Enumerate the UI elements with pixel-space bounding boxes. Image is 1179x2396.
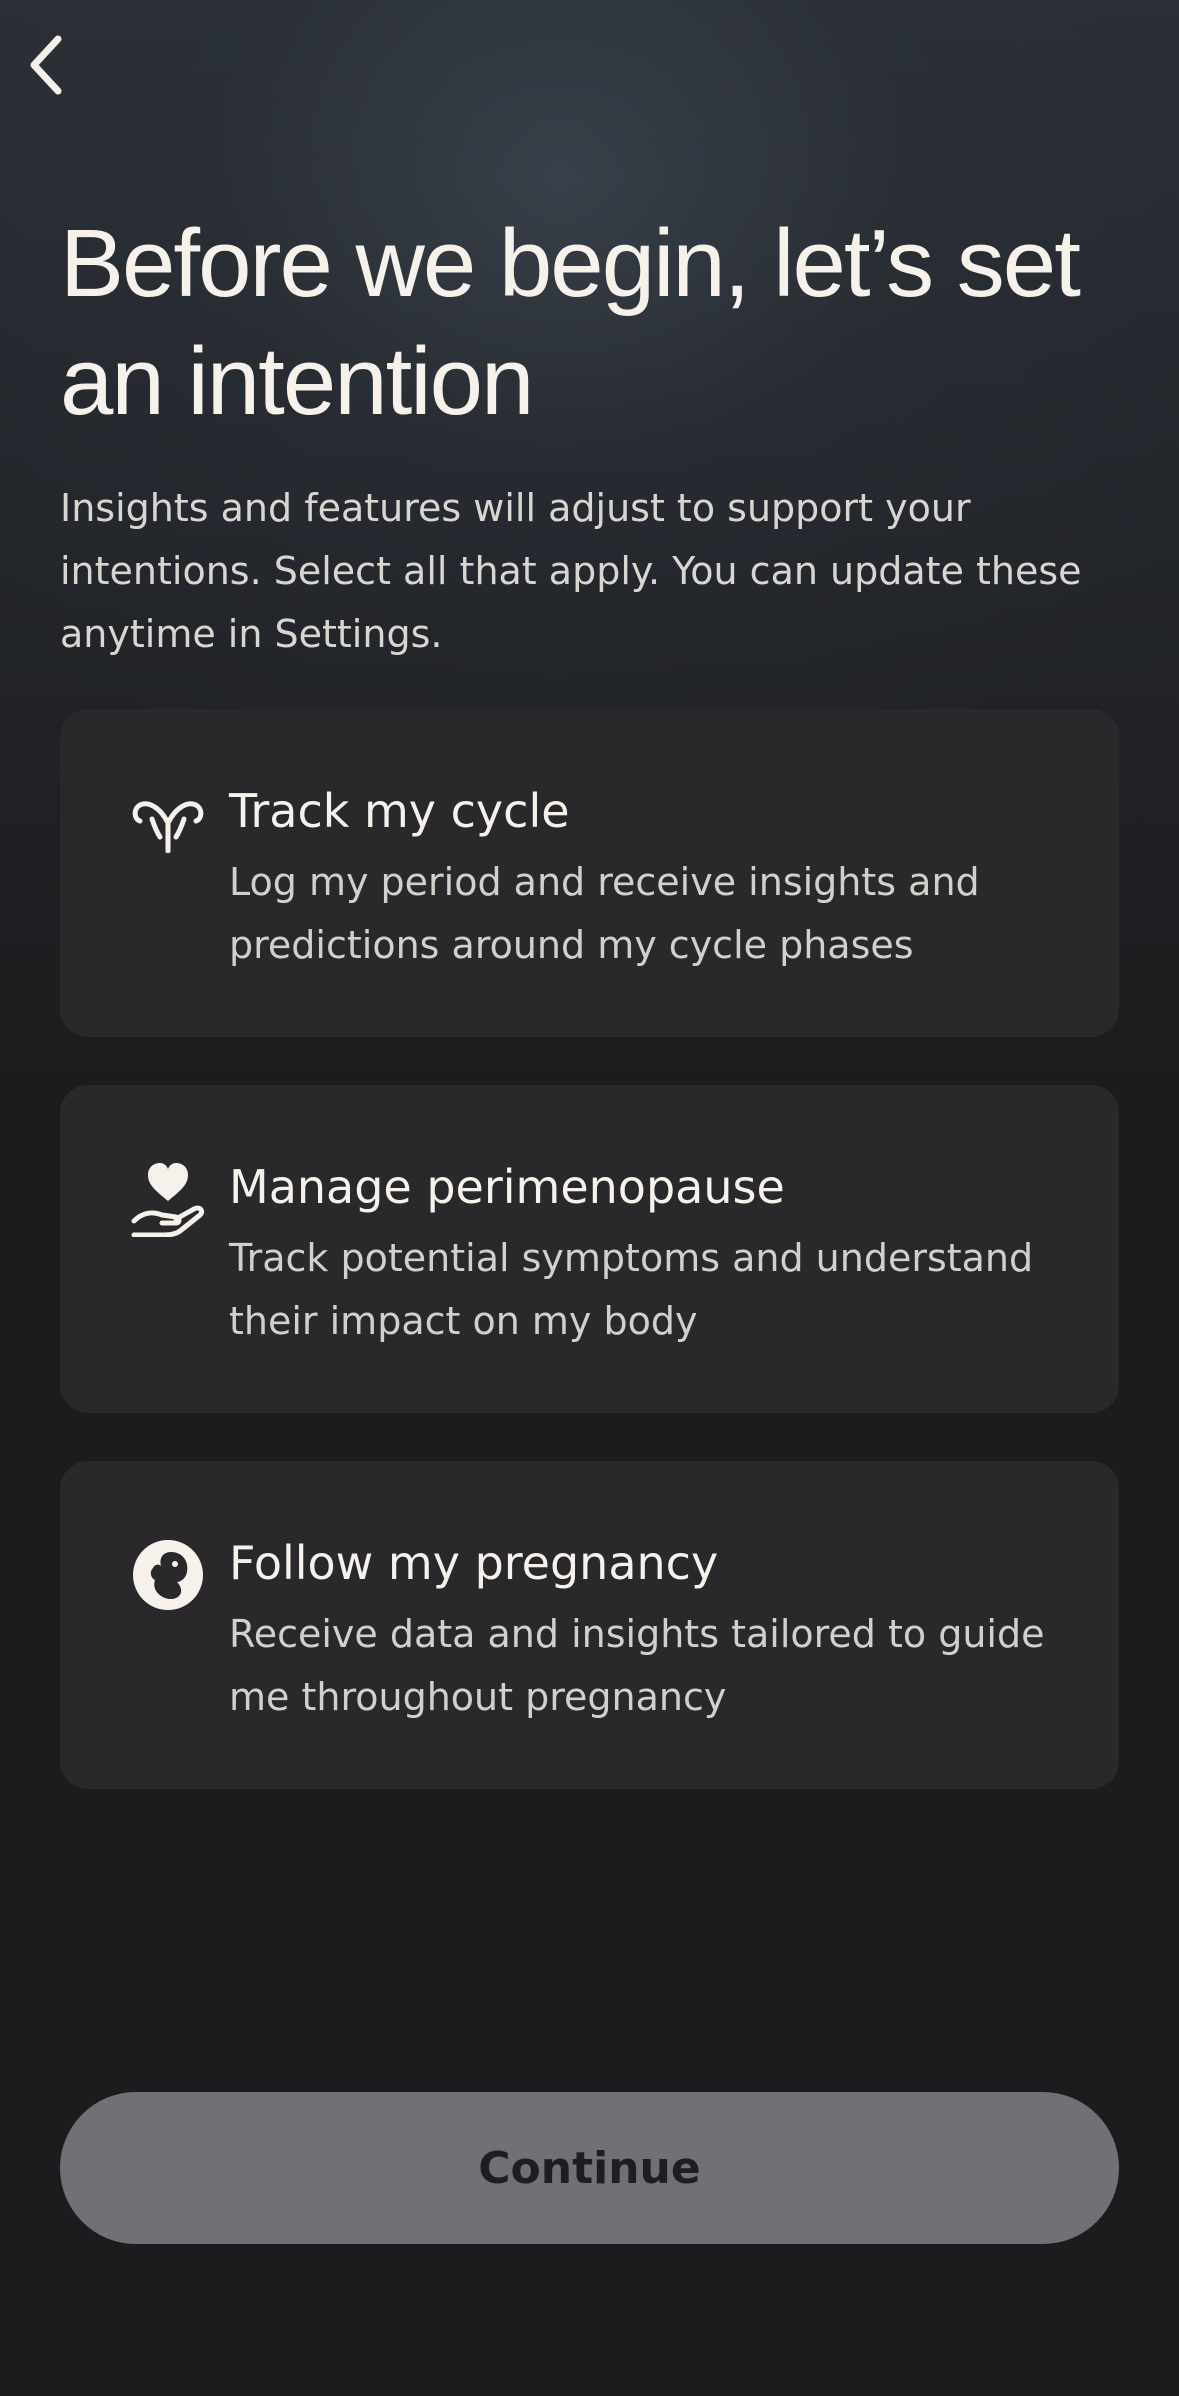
continue-button[interactable]: Continue bbox=[60, 2092, 1119, 2244]
chevron-left-icon bbox=[30, 35, 62, 95]
option-title: Follow my pregnancy bbox=[229, 1536, 719, 1590]
option-card-perimenopause[interactable]: Manage perimenopause Track potential sym… bbox=[60, 1085, 1119, 1413]
option-title: Manage perimenopause bbox=[229, 1160, 785, 1214]
option-title: Track my cycle bbox=[229, 784, 570, 838]
option-description: Log my period and receive insights and p… bbox=[229, 860, 980, 967]
option-description: Receive data and insights tailored to gu… bbox=[229, 1612, 1045, 1719]
heart-in-hand-icon bbox=[130, 1161, 206, 1237]
option-card-pregnancy[interactable]: Follow my pregnancy Receive data and ins… bbox=[60, 1461, 1119, 1789]
page-title: Before we begin, let’s set an intention bbox=[60, 210, 1081, 435]
page-subtitle: Insights and features will adjust to sup… bbox=[60, 486, 1082, 656]
option-card-track-cycle[interactable]: Track my cycle Log my period and receive… bbox=[60, 709, 1119, 1037]
fetus-icon bbox=[130, 1537, 206, 1613]
option-description: Track potential symptoms and understand … bbox=[229, 1236, 1034, 1343]
uterus-icon bbox=[130, 785, 206, 861]
back-button[interactable] bbox=[18, 30, 74, 100]
onboarding-screen: Before we begin, let’s set an intention … bbox=[0, 0, 1179, 2396]
